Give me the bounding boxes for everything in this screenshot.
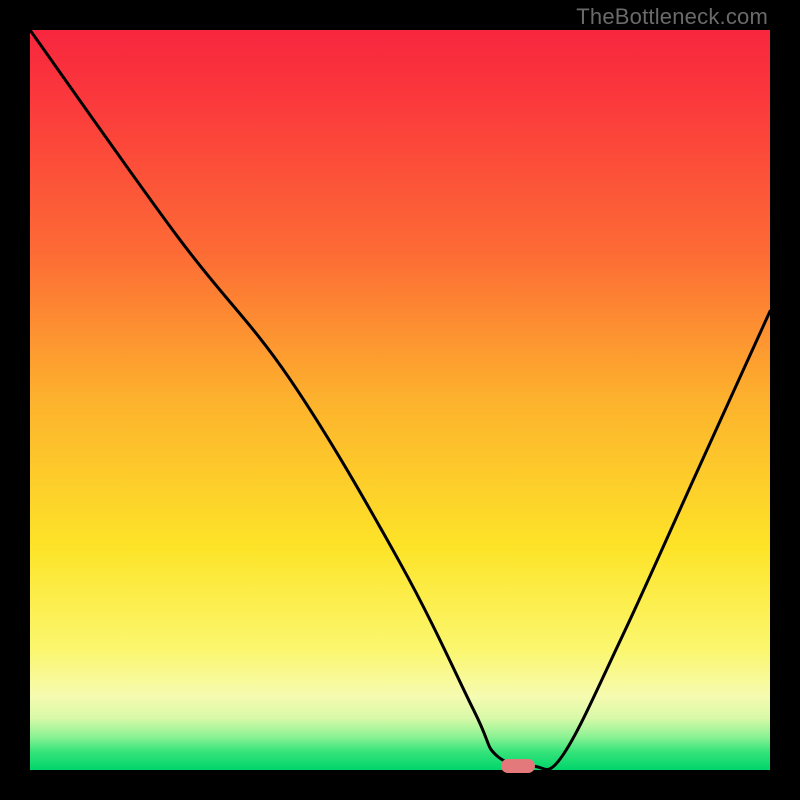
plot-area xyxy=(30,30,770,770)
optimal-marker xyxy=(501,759,535,773)
bottleneck-curve xyxy=(30,30,770,770)
watermark-text: TheBottleneck.com xyxy=(576,4,768,30)
chart-frame: TheBottleneck.com xyxy=(0,0,800,800)
